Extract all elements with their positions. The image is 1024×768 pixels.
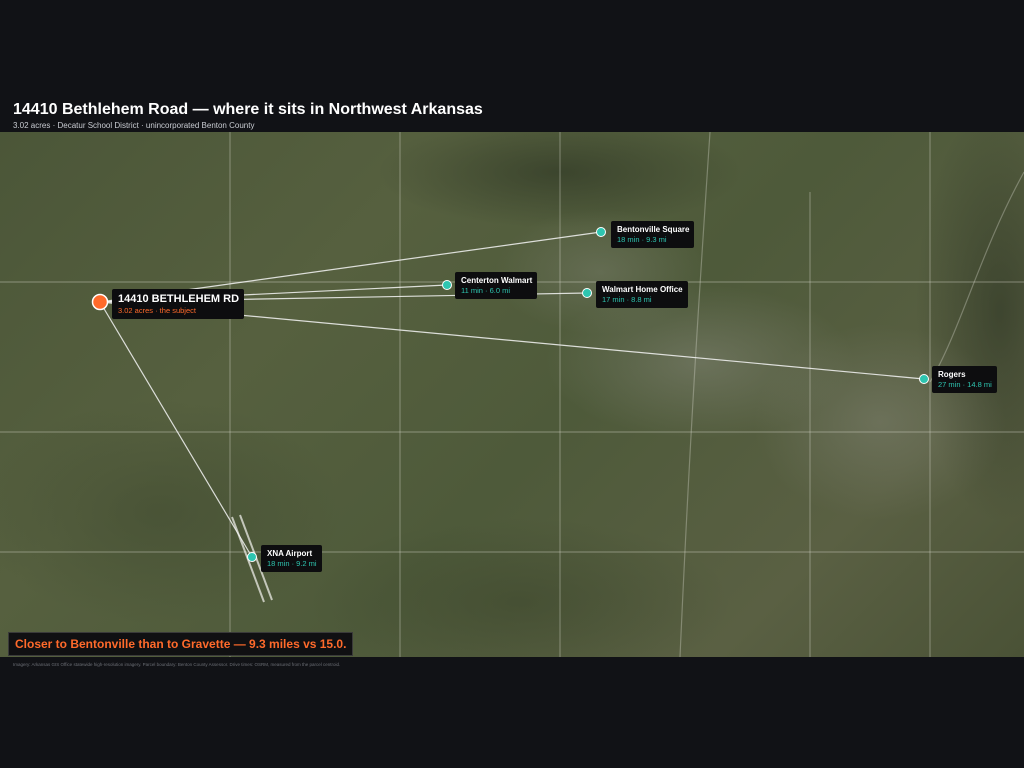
marker-centerton-walmart: [442, 280, 452, 290]
subject-marker: [91, 293, 109, 311]
destination-name: Rogers: [938, 370, 966, 379]
destination-markers: [247, 227, 929, 562]
page-subtitle: 3.02 acres · Decatur School District · u…: [13, 121, 255, 130]
subject-name: 14410 BETHLEHEM RD: [118, 293, 240, 305]
marker-bentonville-square: [596, 227, 606, 237]
subject-label[interactable]: 14410 BETHLEHEM RD 3.02 acres · the subj…: [112, 289, 245, 319]
marker-xna-airport: [247, 552, 257, 562]
header: 14410 Bethlehem Road — where it sits in …: [13, 100, 483, 131]
satellite-map[interactable]: 14410 BETHLEHEM RD 3.02 acres · the subj…: [0, 132, 1024, 657]
label-rogers[interactable]: Rogers 27 min · 14.8 mi: [932, 366, 997, 393]
destination-meta: 27 min · 14.8 mi: [938, 380, 992, 389]
label-centerton-walmart[interactable]: Centerton Walmart 11 min · 6.0 mi: [455, 272, 538, 299]
destination-name: Centerton Walmart: [461, 276, 533, 285]
imagery-credits: Imagery: Arkansas GIS Office statewide h…: [13, 662, 341, 667]
destination-meta: 18 min · 9.2 mi: [267, 559, 317, 568]
page-title: 14410 Bethlehem Road — where it sits in …: [13, 101, 483, 118]
label-xna-airport[interactable]: XNA Airport 18 min · 9.2 mi: [261, 545, 322, 572]
marker-rogers: [919, 374, 929, 384]
marker-walmart-home-office: [582, 288, 592, 298]
destination-name: XNA Airport: [267, 549, 313, 558]
subject-meta: 3.02 acres · the subject: [118, 306, 196, 315]
destination-meta: 11 min · 6.0 mi: [461, 286, 511, 295]
roads: [0, 132, 1024, 657]
destination-meta: 17 min · 8.8 mi: [602, 295, 652, 304]
destination-name: Bentonville Square: [617, 225, 690, 234]
label-walmart-home-office[interactable]: Walmart Home Office 17 min · 8.8 mi: [596, 281, 688, 308]
route-overlay: [0, 132, 1024, 657]
distance-callout: Closer to Bentonville than to Gravette —…: [8, 632, 354, 656]
destination-name: Walmart Home Office: [602, 285, 683, 294]
destination-meta: 18 min · 9.3 mi: [617, 235, 667, 244]
label-bentonville-square[interactable]: Bentonville Square 18 min · 9.3 mi: [611, 221, 695, 248]
